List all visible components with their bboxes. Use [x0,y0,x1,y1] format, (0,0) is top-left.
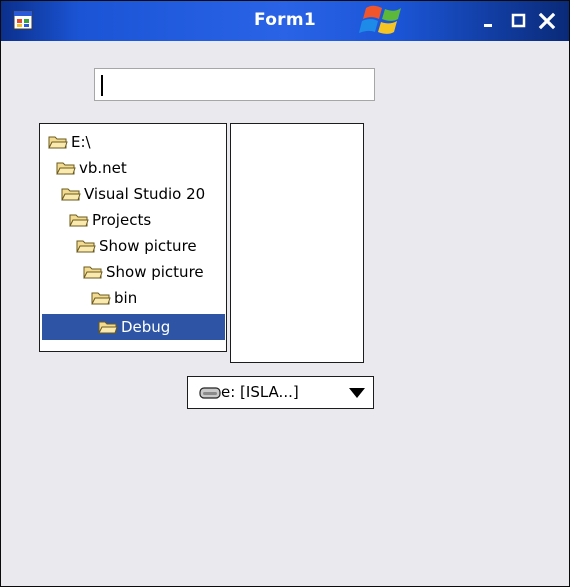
open-folder-icon [98,321,118,333]
minimize-icon [484,24,492,27]
directory-list-box[interactable]: E:\ vb.net Visual Studio 20 Projects Sho… [39,123,227,352]
open-folder-icon [48,136,68,148]
dir-item-debug[interactable]: Debug [42,314,225,340]
path-input[interactable] [95,69,374,100]
hard-drive-icon [199,387,221,399]
dir-item-bin[interactable]: bin [91,285,137,311]
dir-item-show-picture-1[interactable]: Show picture [76,233,197,259]
close-icon [538,12,556,30]
path-textbox[interactable] [94,68,375,101]
open-folder-icon [61,188,81,200]
title-bar[interactable]: Form1 [1,1,569,41]
dir-item-label: E:\ [71,133,91,151]
dir-item-label: vb.net [79,159,127,177]
drive-list-box[interactable]: e: [ISLA...] [187,376,374,409]
open-folder-icon [69,214,89,226]
maximize-icon [511,13,526,28]
dir-item-root[interactable]: E:\ [48,129,91,155]
dir-item-label: Show picture [106,263,204,281]
dir-item-label: Visual Studio 20 [84,185,206,203]
minimize-button[interactable] [479,9,503,33]
dir-item-label: Projects [92,211,152,229]
dir-item-show-picture-2[interactable]: Show picture [83,259,204,285]
drive-selected-label: e: [ISLA...] [221,383,299,401]
open-folder-icon [76,240,96,252]
maximize-button[interactable] [507,9,531,33]
close-button[interactable] [535,9,559,33]
dir-item-visual-studio[interactable]: Visual Studio 20 [61,181,205,207]
dir-item-label: Show picture [99,237,197,255]
dir-item-label: Debug [121,318,171,336]
dropdown-arrow-icon[interactable] [349,388,365,398]
dir-item-projects[interactable]: Projects [69,207,151,233]
dir-item-vbnet[interactable]: vb.net [56,155,127,181]
open-folder-icon [91,292,111,304]
dir-item-label: bin [114,289,138,307]
windows-flag-logo [359,5,401,34]
open-folder-icon [56,162,76,174]
open-folder-icon [83,266,103,278]
form1-window: Form1 E:\ vb.net Visual Studio 20 Projec… [0,0,570,587]
file-list-box[interactable] [230,123,364,363]
text-caret [101,75,103,96]
